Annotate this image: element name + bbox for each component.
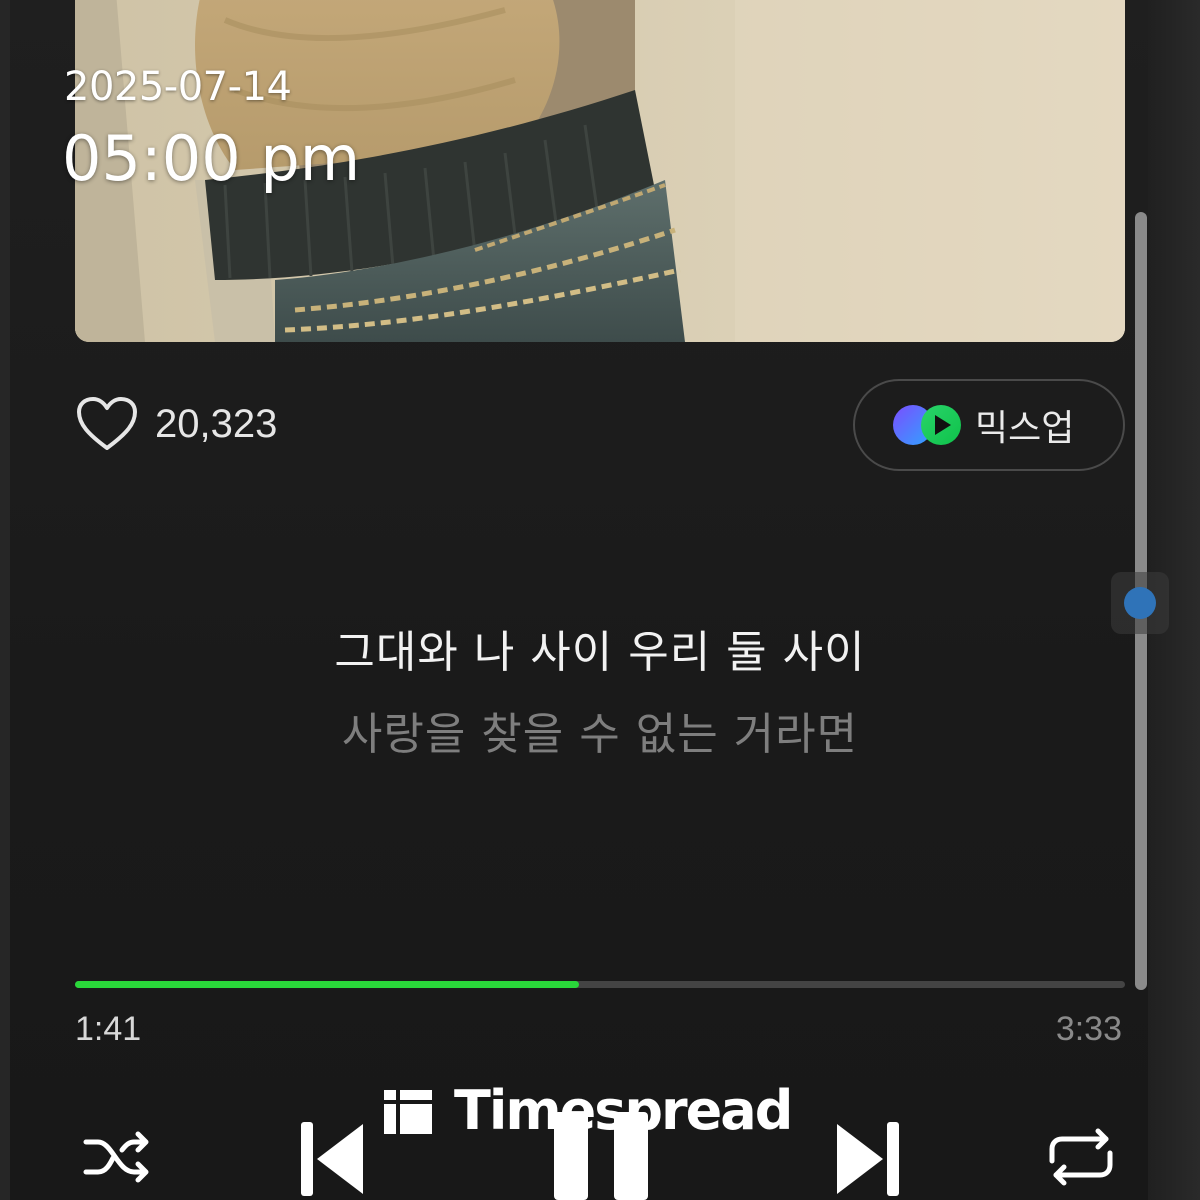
heart-outline-icon[interactable]	[75, 394, 139, 454]
elapsed-time: 1:41	[75, 1010, 142, 1048]
lyric-next-line[interactable]: 사랑을 찾을 수 없는 거라면	[0, 698, 1200, 762]
like-count: 20,323	[155, 401, 278, 446]
previous-button[interactable]	[296, 1118, 368, 1200]
mixup-label: 믹스업	[975, 408, 1075, 449]
screen-left-edge	[0, 0, 10, 1200]
scrollbar-thumb[interactable]	[1124, 587, 1156, 619]
repeat-icon	[1049, 1128, 1113, 1186]
progress-bar[interactable]	[75, 981, 1125, 988]
shuffle-icon	[83, 1131, 149, 1183]
watermark: Timespread	[384, 1078, 793, 1142]
shuffle-button[interactable]	[80, 1122, 156, 1192]
lyric-current-line[interactable]: 그대와 나 사이 우리 둘 사이	[0, 616, 1200, 680]
mixup-button[interactable]: 믹스업	[853, 379, 1125, 471]
timestamp-date: 2025-07-14	[64, 64, 292, 110]
progress-bar-fill	[75, 981, 579, 988]
repeat-button[interactable]	[1044, 1122, 1118, 1192]
player-screen: 2025-07-14 05:00 pm 20,323 믹스업 그대와 나 사이 …	[0, 0, 1200, 1200]
skip-previous-icon	[301, 1122, 363, 1196]
timestamp-time: 05:00 pm	[62, 122, 361, 195]
watermark-text: Timespread	[454, 1078, 793, 1142]
skip-next-icon	[837, 1122, 899, 1196]
next-button[interactable]	[832, 1118, 904, 1200]
total-time: 3:33	[1055, 1010, 1122, 1048]
mixup-logo-icon	[893, 405, 961, 445]
timespread-logo-icon	[384, 1090, 432, 1134]
like-row: 20,323	[75, 392, 277, 456]
